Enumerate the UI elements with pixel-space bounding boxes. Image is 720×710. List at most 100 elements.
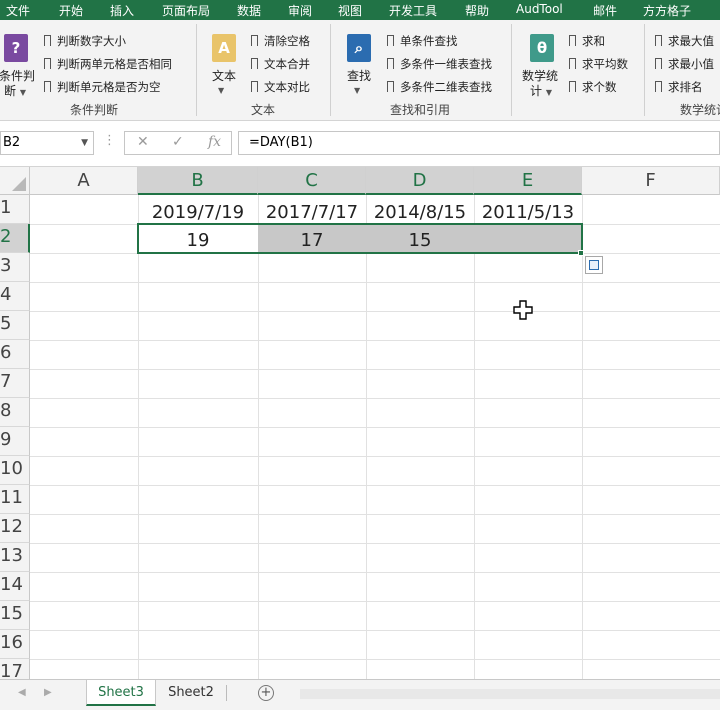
menu-fangfang[interactable]: 方方格子 [643,2,691,19]
gridline [30,572,720,573]
formula-input[interactable]: =DAY(B1) [238,131,720,155]
row-header-12[interactable]: 12 [0,514,30,543]
menu-insert[interactable]: 插入 [110,2,134,19]
cell-c1[interactable]: 2017/7/17 [258,202,366,223]
gridline [30,485,720,486]
row-header-11[interactable]: 11 [0,485,30,514]
gridline [582,195,583,679]
menu-view[interactable]: 视图 [338,2,362,19]
fill-handle[interactable] [578,250,584,256]
menu-page-layout[interactable]: 页面布局 [162,2,210,19]
row-header-10[interactable]: 10 [0,456,30,485]
column-header-c[interactable]: C [258,167,366,195]
chevron-down-icon[interactable]: ▼ [218,82,224,96]
next-sheet-icon[interactable]: ▶ [44,687,52,698]
count-item[interactable]: 求个数 [569,79,617,95]
column-header-b[interactable]: B [138,167,258,195]
menu-developer[interactable]: 开发工具 [389,2,437,19]
bookmark-icon [44,58,51,72]
row-header-4[interactable]: 4 [0,282,30,311]
clear-spaces[interactable]: 清除空格 [251,33,310,49]
bookmark-icon [251,35,258,49]
menu-help[interactable]: 帮助 [465,2,489,19]
menu-home[interactable]: 开始 [59,2,83,19]
judge-two-cells-same[interactable]: 判断两单元格是否相同 [44,56,172,72]
menu-file[interactable]: 文件 [6,2,30,19]
column-header-e[interactable]: E [474,167,582,195]
row-header-14[interactable]: 14 [0,572,30,601]
max-item[interactable]: 求最大值 [655,33,714,49]
row-header-6[interactable]: 6 [0,340,30,369]
row-header-8[interactable]: 8 [0,398,30,427]
text-merge[interactable]: 文本合并 [251,56,310,72]
judge-number-size[interactable]: 判断数字大小 [44,33,126,49]
judge-cell-empty[interactable]: 判断单元格是否为空 [44,79,161,95]
average-item[interactable]: 求平均数 [569,56,628,72]
bookmark-icon [44,81,51,95]
row-header-3[interactable]: 3 [0,253,30,282]
tab-sheet3[interactable]: Sheet3 [86,680,156,706]
row-header-7[interactable]: 7 [0,369,30,398]
chevron-down-icon: ▼ [19,88,26,97]
formula-buttons: ✕ ✓ fx [124,131,232,155]
bookmark-icon [387,81,394,95]
gridline [30,282,720,283]
cell-cursor-icon [513,300,533,320]
cancel-icon[interactable]: ✕ [137,134,149,150]
menu-mail[interactable]: 邮件 [593,2,617,19]
bookmark-icon [251,58,258,72]
text-icon[interactable]: A [212,34,236,62]
add-sheet-icon[interactable]: + [258,685,274,701]
spreadsheet-grid[interactable]: A B C D E F 1 2 3 4 5 6 7 8 9 10 11 12 1… [0,167,720,679]
row-header-1[interactable]: 1 [0,195,30,224]
condition-button-label2: 断 ▼ [4,84,26,98]
row-header-9[interactable]: 9 [0,427,30,456]
cell-e1[interactable]: 2011/5/13 [474,202,582,223]
horizontal-scrollbar[interactable] [300,689,720,699]
math-stats-button-label2: 计 ▼ [530,84,552,98]
row-header-13[interactable]: 13 [0,543,30,572]
row-header-2[interactable]: 2 [0,224,30,253]
text-compare[interactable]: 文本对比 [251,79,310,95]
cell-b1[interactable]: 2019/7/19 [138,202,258,223]
group-label-condition: 条件判断 [70,103,119,117]
cell-d1[interactable]: 2014/8/15 [366,202,474,223]
group-label-text: 文本 [251,103,276,117]
gridline [30,514,720,515]
group-label-math: 数学统计 [680,103,720,117]
math-stats-icon[interactable]: θ [530,34,554,62]
condition-icon[interactable]: ? [4,34,28,62]
row-header-5[interactable]: 5 [0,311,30,340]
menu-review[interactable]: 审阅 [288,2,312,19]
row-header-16[interactable]: 16 [0,630,30,659]
gridline [30,398,720,399]
prev-sheet-icon[interactable]: ◀ [18,687,26,698]
more-dots-icon[interactable]: ⋮ [103,133,116,148]
column-header-a[interactable]: A [30,167,138,195]
column-header-f[interactable]: F [582,167,720,195]
bookmark-icon [655,81,662,95]
rank-item[interactable]: 求排名 [655,79,703,95]
column-header-d[interactable]: D [366,167,474,195]
chevron-down-icon[interactable]: ▼ [81,138,88,148]
quick-analysis-icon[interactable] [585,256,603,274]
ribbon-separator [511,24,512,116]
select-all-corner[interactable] [0,167,30,195]
lookup-icon[interactable]: ⌕ [347,34,371,62]
row-header-17[interactable]: 17 [0,659,30,679]
multi-condition-1d-lookup[interactable]: 多条件一维表查找 [387,56,492,72]
insert-function-icon[interactable]: fx [208,134,221,150]
row-header-15[interactable]: 15 [0,601,30,630]
multi-condition-2d-lookup[interactable]: 多条件二维表查找 [387,79,492,95]
chevron-down-icon[interactable]: ▼ [354,82,360,96]
single-condition-lookup[interactable]: 单条件查找 [387,33,458,49]
gridline [30,543,720,544]
min-item[interactable]: 求最小值 [655,56,714,72]
tab-sheet2[interactable]: Sheet2 [160,680,222,706]
sum-item[interactable]: 求和 [569,33,605,49]
menu-audtool[interactable]: AudTool [516,2,563,16]
menu-data[interactable]: 数据 [237,2,261,19]
confirm-icon[interactable]: ✓ [172,134,184,150]
bookmark-icon [655,35,662,49]
name-box[interactable]: B2 ▼ [0,131,94,155]
